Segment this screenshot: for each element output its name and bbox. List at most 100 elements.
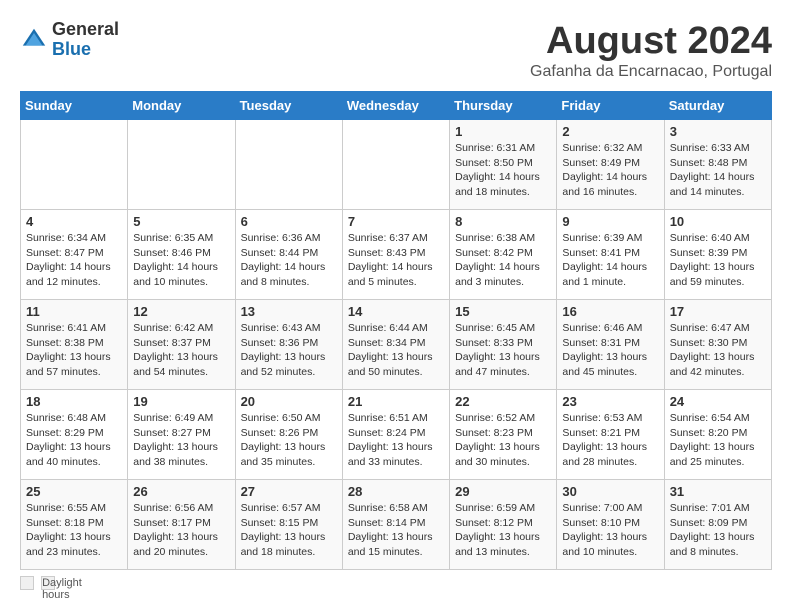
title-area: August 2024 Gafanha da Encarnacao, Portu… [530,20,772,81]
day-number: 9 [562,214,658,229]
calendar-cell: 6 Sunrise: 6:36 AM Sunset: 8:44 PM Daylig… [235,210,342,300]
calendar-cell: 26Sunrise: 6:56 AM Sunset: 8:17 PM Dayli… [128,480,235,570]
day-number: 11 [26,304,122,319]
day-number: 28 [348,484,444,499]
weekday-row: SundayMondayTuesdayWednesdayThursdayFrid… [21,92,772,120]
day-info: Sunrise: 6:35 AM Sunset: 8:46 PM Dayligh… [133,231,229,290]
day-number: 7 [348,214,444,229]
calendar-cell [21,120,128,210]
day-number: 5 [133,214,229,229]
day-number: 19 [133,394,229,409]
day-info: Sunrise: 6:53 AM Sunset: 8:21 PM Dayligh… [562,411,658,470]
day-info: Sunrise: 6:54 AM Sunset: 8:20 PM Dayligh… [670,411,766,470]
day-info: Sunrise: 6:44 AM Sunset: 8:34 PM Dayligh… [348,321,444,380]
day-number: 14 [348,304,444,319]
logo-icon [20,26,48,54]
calendar-body: 1 Sunrise: 6:31 AM Sunset: 8:50 PM Daylig… [21,120,772,570]
weekday-header-sunday: Sunday [21,92,128,120]
day-info: Sunrise: 6:57 AM Sunset: 8:15 PM Dayligh… [241,501,337,560]
calendar-table: SundayMondayTuesdayWednesdayThursdayFrid… [20,91,772,570]
day-number: 3 [670,124,766,139]
calendar-cell: 20 Sunrise: 6:50 AM Sunset: 8:26 PM Dayli… [235,390,342,480]
day-info: Sunrise: 6:50 AM Sunset: 8:26 PM Dayligh… [241,411,337,470]
calendar-cell: 10 Sunrise: 6:40 AM Sunset: 8:39 PM Dayli… [664,210,771,300]
calendar-week-5: 25Sunrise: 6:55 AM Sunset: 8:18 PM Dayli… [21,480,772,570]
calendar-cell: 29Sunrise: 6:59 AM Sunset: 8:12 PM Dayli… [450,480,557,570]
day-number: 8 [455,214,551,229]
logo-blue-text: Blue [52,40,119,60]
day-info: Sunrise: 7:01 AM Sunset: 8:09 PM Dayligh… [670,501,766,560]
day-info: Sunrise: 6:40 AM Sunset: 8:39 PM Dayligh… [670,231,766,290]
calendar-header: SundayMondayTuesdayWednesdayThursdayFrid… [21,92,772,120]
day-number: 17 [670,304,766,319]
day-number: 24 [670,394,766,409]
calendar-cell: 11 Sunrise: 6:41 AM Sunset: 8:38 PM Dayli… [21,300,128,390]
calendar-cell: 12Sunrise: 6:42 AM Sunset: 8:37 PM Dayli… [128,300,235,390]
calendar-cell [235,120,342,210]
calendar-cell: 3 Sunrise: 6:33 AM Sunset: 8:48 PM Daylig… [664,120,771,210]
day-info: Sunrise: 6:55 AM Sunset: 8:18 PM Dayligh… [26,501,122,560]
day-info: Sunrise: 6:32 AM Sunset: 8:49 PM Dayligh… [562,141,658,200]
logo-text: General Blue [52,20,119,60]
calendar-cell: 18 Sunrise: 6:48 AM Sunset: 8:29 PM Dayli… [21,390,128,480]
day-number: 31 [670,484,766,499]
day-number: 6 [241,214,337,229]
calendar-cell: 15Sunrise: 6:45 AM Sunset: 8:33 PM Dayli… [450,300,557,390]
day-number: 10 [670,214,766,229]
calendar-cell: 30Sunrise: 7:00 AM Sunset: 8:10 PM Dayli… [557,480,664,570]
day-number: 13 [241,304,337,319]
day-info: Sunrise: 7:00 AM Sunset: 8:10 PM Dayligh… [562,501,658,560]
day-number: 29 [455,484,551,499]
day-number: 22 [455,394,551,409]
day-info: Sunrise: 6:31 AM Sunset: 8:50 PM Dayligh… [455,141,551,200]
calendar-cell: 19Sunrise: 6:49 AM Sunset: 8:27 PM Dayli… [128,390,235,480]
calendar-week-4: 18 Sunrise: 6:48 AM Sunset: 8:29 PM Dayli… [21,390,772,480]
calendar-cell: 17Sunrise: 6:47 AM Sunset: 8:30 PM Dayli… [664,300,771,390]
calendar-cell: 23Sunrise: 6:53 AM Sunset: 8:21 PM Dayli… [557,390,664,480]
weekday-header-tuesday: Tuesday [235,92,342,120]
day-info: Sunrise: 6:56 AM Sunset: 8:17 PM Dayligh… [133,501,229,560]
calendar-cell [342,120,449,210]
calendar-cell: 8Sunrise: 6:38 AM Sunset: 8:42 PM Daylig… [450,210,557,300]
day-info: Sunrise: 6:52 AM Sunset: 8:23 PM Dayligh… [455,411,551,470]
day-info: Sunrise: 6:36 AM Sunset: 8:44 PM Dayligh… [241,231,337,290]
calendar-cell: 27 Sunrise: 6:57 AM Sunset: 8:15 PM Dayli… [235,480,342,570]
day-number: 4 [26,214,122,229]
calendar-cell: 16Sunrise: 6:46 AM Sunset: 8:31 PM Dayli… [557,300,664,390]
location-title: Gafanha da Encarnacao, Portugal [530,63,772,81]
calendar-cell: 28 Sunrise: 6:58 AM Sunset: 8:14 PM Dayli… [342,480,449,570]
calendar-cell: 2 Sunrise: 6:32 AM Sunset: 8:49 PM Daylig… [557,120,664,210]
calendar-cell: 14 Sunrise: 6:44 AM Sunset: 8:34 PM Dayli… [342,300,449,390]
calendar-week-2: 4 Sunrise: 6:34 AM Sunset: 8:47 PM Daylig… [21,210,772,300]
day-info: Sunrise: 6:43 AM Sunset: 8:36 PM Dayligh… [241,321,337,380]
logo: General Blue [20,20,119,60]
weekday-header-monday: Monday [128,92,235,120]
weekday-header-thursday: Thursday [450,92,557,120]
weekday-header-wednesday: Wednesday [342,92,449,120]
day-info: Sunrise: 6:58 AM Sunset: 8:14 PM Dayligh… [348,501,444,560]
day-number: 27 [241,484,337,499]
day-number: 1 [455,124,551,139]
calendar-cell: 22 Sunrise: 6:52 AM Sunset: 8:23 PM Dayli… [450,390,557,480]
calendar-cell: 9Sunrise: 6:39 AM Sunset: 8:41 PM Daylig… [557,210,664,300]
header: General Blue August 2024 Gafanha da Enca… [20,20,772,81]
calendar-cell: 24 Sunrise: 6:54 AM Sunset: 8:20 PM Dayli… [664,390,771,480]
day-info: Sunrise: 6:33 AM Sunset: 8:48 PM Dayligh… [670,141,766,200]
calendar-cell: 7Sunrise: 6:37 AM Sunset: 8:43 PM Daylig… [342,210,449,300]
weekday-header-friday: Friday [557,92,664,120]
calendar-cell: 1 Sunrise: 6:31 AM Sunset: 8:50 PM Daylig… [450,120,557,210]
day-number: 15 [455,304,551,319]
calendar-cell: 31 Sunrise: 7:01 AM Sunset: 8:09 PM Dayli… [664,480,771,570]
calendar-week-3: 11 Sunrise: 6:41 AM Sunset: 8:38 PM Dayli… [21,300,772,390]
day-number: 18 [26,394,122,409]
day-info: Sunrise: 6:34 AM Sunset: 8:47 PM Dayligh… [26,231,122,290]
day-info: Sunrise: 6:41 AM Sunset: 8:38 PM Dayligh… [26,321,122,380]
weekday-header-saturday: Saturday [664,92,771,120]
calendar-cell: 4 Sunrise: 6:34 AM Sunset: 8:47 PM Daylig… [21,210,128,300]
calendar-week-1: 1 Sunrise: 6:31 AM Sunset: 8:50 PM Daylig… [21,120,772,210]
daylight-label: Daylight hours [41,576,55,590]
footer-note: Daylight hours [20,576,772,590]
day-number: 20 [241,394,337,409]
day-number: 2 [562,124,658,139]
day-info: Sunrise: 6:48 AM Sunset: 8:29 PM Dayligh… [26,411,122,470]
